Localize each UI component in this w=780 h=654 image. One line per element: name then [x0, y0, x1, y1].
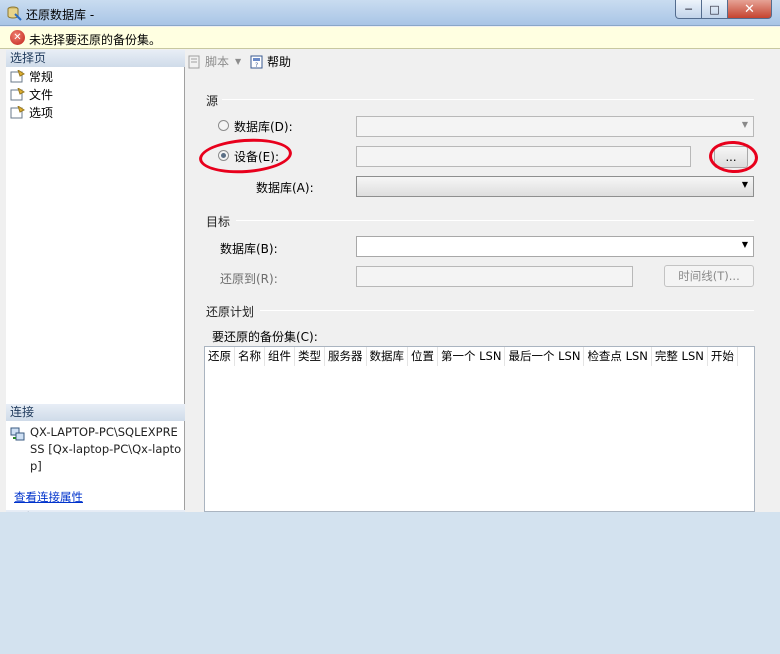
grid-column-component[interactable]: 组件 — [265, 347, 295, 366]
grid-header: 还原 名称 组件 类型 服务器 数据库 位置 第一个 LSN 最后一个 LSN … — [205, 347, 738, 366]
page-icon — [10, 88, 25, 101]
left-panel: 选择页 常规 文件 选项 连接 QX-LAPTOP-PC\SQLEXPRESS … — [6, 50, 185, 512]
error-message-bar: ✕ 未选择要还原的备份集。 — [0, 27, 780, 49]
page-item-label: 文件 — [29, 88, 54, 102]
grid-column-last-lsn[interactable]: 最后一个 LSN — [505, 347, 585, 366]
backup-sets-grid[interactable]: 还原 名称 组件 类型 服务器 数据库 位置 第一个 LSN 最后一个 LSN … — [204, 346, 755, 512]
chevron-down-icon: ▼ — [235, 57, 242, 66]
error-icon: ✕ — [10, 30, 25, 45]
target-section-title: 目标 — [206, 215, 231, 229]
target-divider — [236, 220, 754, 221]
device-path-field[interactable] — [356, 146, 691, 167]
script-button[interactable]: 脚本 ▼ — [188, 53, 241, 70]
restore-database-window: 还原数据库 - ─ □ ✕ ✕ 未选择要还原的备份集。 选择页 常规 文件 选项… — [0, 0, 780, 512]
page-item-label: 选项 — [29, 106, 54, 120]
grid-column-restore[interactable]: 还原 — [205, 347, 235, 366]
target-database-combo[interactable]: ▼ — [356, 236, 754, 257]
source-section-title: 源 — [206, 94, 219, 108]
target-database-label: 数据库(B): — [220, 242, 278, 256]
progress-header: 进度 — [6, 510, 185, 512]
chevron-down-icon: ▼ — [741, 240, 748, 249]
grid-column-full-lsn[interactable]: 完整 LSN — [651, 347, 708, 366]
grid-column-name[interactable]: 名称 — [235, 347, 265, 366]
plan-divider — [260, 310, 754, 311]
source-database-label: 数据库(D): — [234, 120, 293, 134]
title-bar[interactable]: 还原数据库 - ─ □ ✕ — [0, 0, 780, 26]
help-icon: ? — [250, 55, 263, 69]
server-connection-icon — [10, 427, 25, 441]
maximize-button[interactable]: □ — [702, 0, 728, 19]
help-label: 帮助 — [267, 55, 292, 69]
timeline-button[interactable]: 时间线(T)... — [664, 265, 754, 287]
source-database-combo[interactable]: ▼ — [356, 116, 754, 137]
maximize-icon: □ — [709, 2, 720, 16]
grid-column-first-lsn[interactable]: 第一个 LSN — [438, 347, 506, 366]
chevron-down-icon: ▼ — [741, 180, 748, 189]
page-item-label: 常规 — [29, 70, 54, 84]
connection-header: 连接 — [6, 404, 185, 421]
device-database-combo[interactable]: ▼ — [356, 176, 754, 197]
database-radio[interactable] — [218, 120, 229, 131]
grid-column-database[interactable]: 数据库 — [366, 347, 408, 366]
chevron-down-icon: ▼ — [741, 120, 748, 129]
plan-section-title: 还原计划 — [206, 305, 255, 319]
database-restore-icon — [7, 6, 22, 21]
grid-column-server[interactable]: 服务器 — [325, 347, 367, 366]
close-button[interactable]: ✕ — [728, 0, 772, 19]
select-page-header: 选择页 — [6, 50, 185, 67]
annotation-circle-browse — [708, 139, 759, 175]
minimize-icon: ─ — [685, 2, 692, 16]
script-icon — [188, 55, 200, 68]
page-item-general[interactable]: 常规 — [10, 68, 53, 85]
page-item-files[interactable]: 文件 — [10, 86, 53, 103]
grid-column-position[interactable]: 位置 — [408, 347, 438, 366]
view-connection-properties-link[interactable]: 查看连接属性 — [14, 489, 83, 505]
grid-column-start[interactable]: 开始 — [707, 347, 738, 366]
error-message: 未选择要还原的备份集。 — [29, 33, 162, 47]
source-divider — [222, 99, 754, 100]
svg-text:?: ? — [255, 62, 258, 69]
main-form: 源 数据库(D): ▼ 设备(E): ... 数据库(A): ▼ 目标 数据库(… — [186, 73, 780, 512]
page-item-options[interactable]: 选项 — [10, 104, 53, 121]
grid-column-type[interactable]: 类型 — [295, 347, 325, 366]
page-icon — [10, 106, 25, 119]
restore-to-label: 还原到(R): — [220, 272, 278, 286]
window-title: 还原数据库 - — [26, 8, 95, 22]
grid-column-checkpoint-lsn[interactable]: 检查点 LSN — [584, 347, 652, 366]
device-database-label: 数据库(A): — [256, 181, 314, 195]
help-button[interactable]: ? 帮助 — [250, 53, 291, 70]
close-icon: ✕ — [744, 1, 755, 17]
page-icon — [10, 70, 25, 83]
toolbar: 脚本 ▼ ? 帮助 — [186, 50, 780, 72]
annotation-circle-device — [197, 135, 294, 177]
restore-to-field[interactable] — [356, 266, 633, 287]
minimize-button[interactable]: ─ — [675, 0, 702, 19]
script-label: 脚本 — [205, 55, 230, 69]
backup-sets-label: 要还原的备份集(C): — [212, 330, 318, 344]
window-controls: ─ □ ✕ — [675, 0, 772, 19]
connection-server: QX-LAPTOP-PC\SQLEXPRESS [Qx-laptop-PC\Qx… — [30, 425, 182, 473]
